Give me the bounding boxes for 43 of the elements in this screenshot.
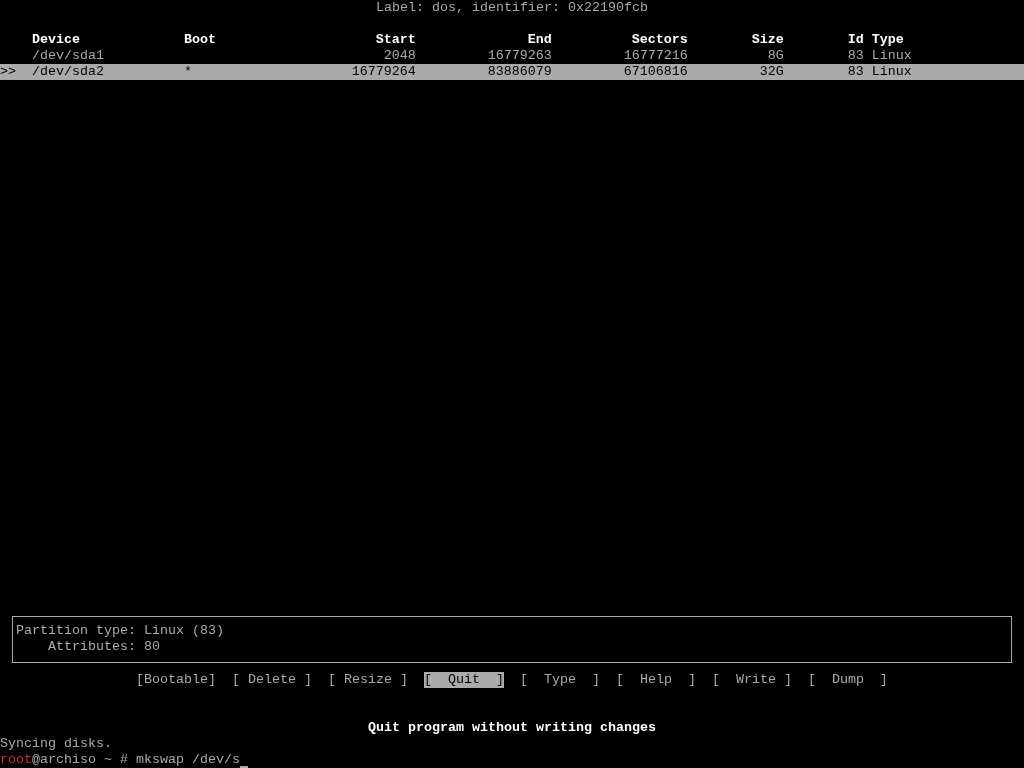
table-cell-text: Linux [871,64,913,80]
column-header: Id [846,32,864,48]
table-cell-text: /dev/sda2 [32,64,105,80]
column-header: Start [374,32,416,48]
table-cell-text: 8G [766,48,784,64]
field-label: Attributes: [47,639,136,655]
table-cell-text: 32G [758,64,784,80]
menu-button[interactable]: [ Resize ] [328,672,409,688]
row-cursor: >> [0,64,17,80]
menu-button[interactable]: [ Delete ] [232,672,313,688]
menu-button[interactable]: [Bootable] [136,672,217,688]
column-header: Sectors [630,32,688,48]
table-cell-text: 83 [846,64,864,80]
action-description: Quit program without writing changes [368,720,656,736]
menu-button[interactable]: [ Type ] [520,672,600,688]
column-header: Type [871,32,905,48]
table-cell-text: 16779264 [350,64,416,80]
menu-button[interactable]: [ Quit ] [424,672,504,688]
field-value: 80 [143,639,161,655]
menu-button[interactable]: [ Dump ] [807,672,888,688]
table-cell-text: 67106816 [622,64,688,80]
table-cell-text: 16777216 [622,48,688,64]
menu-button[interactable]: [ Write ] [711,672,792,688]
partition-row[interactable]: >> /dev/sda2 * 16779264 83886079 67106816 32G 83 Linux [0,64,1024,80]
command-line: @archiso ~ # mkswap /dev/s [32,752,240,768]
table-cell-text: * [183,64,193,80]
column-header: Boot [183,32,217,48]
column-header: Device [32,32,81,48]
menu-button[interactable]: [ Help ] [615,672,696,688]
column-header: End [526,32,552,48]
partition-row[interactable]: /dev/sda1 2048 16779263 16777216 8G 83 Linux [0,48,1024,64]
table-cell-text: 2048 [382,48,416,64]
table-cell-text: /dev/sda1 [32,48,105,64]
terminal-output: Syncing disks. [0,736,112,751]
column-header: Size [750,32,784,48]
table-cell-text: Linux [871,48,913,64]
prompt-user: root [0,752,32,768]
disk-label: Label: dos, identifier: 0x22190fcb [376,0,648,16]
field-value: Linux (83) [143,623,224,639]
field-label: Partition type: [16,623,136,639]
table-cell-text: 83 [846,48,864,64]
table-cell-text: 83886079 [486,64,552,80]
table-cell-text: 16779263 [486,48,552,64]
